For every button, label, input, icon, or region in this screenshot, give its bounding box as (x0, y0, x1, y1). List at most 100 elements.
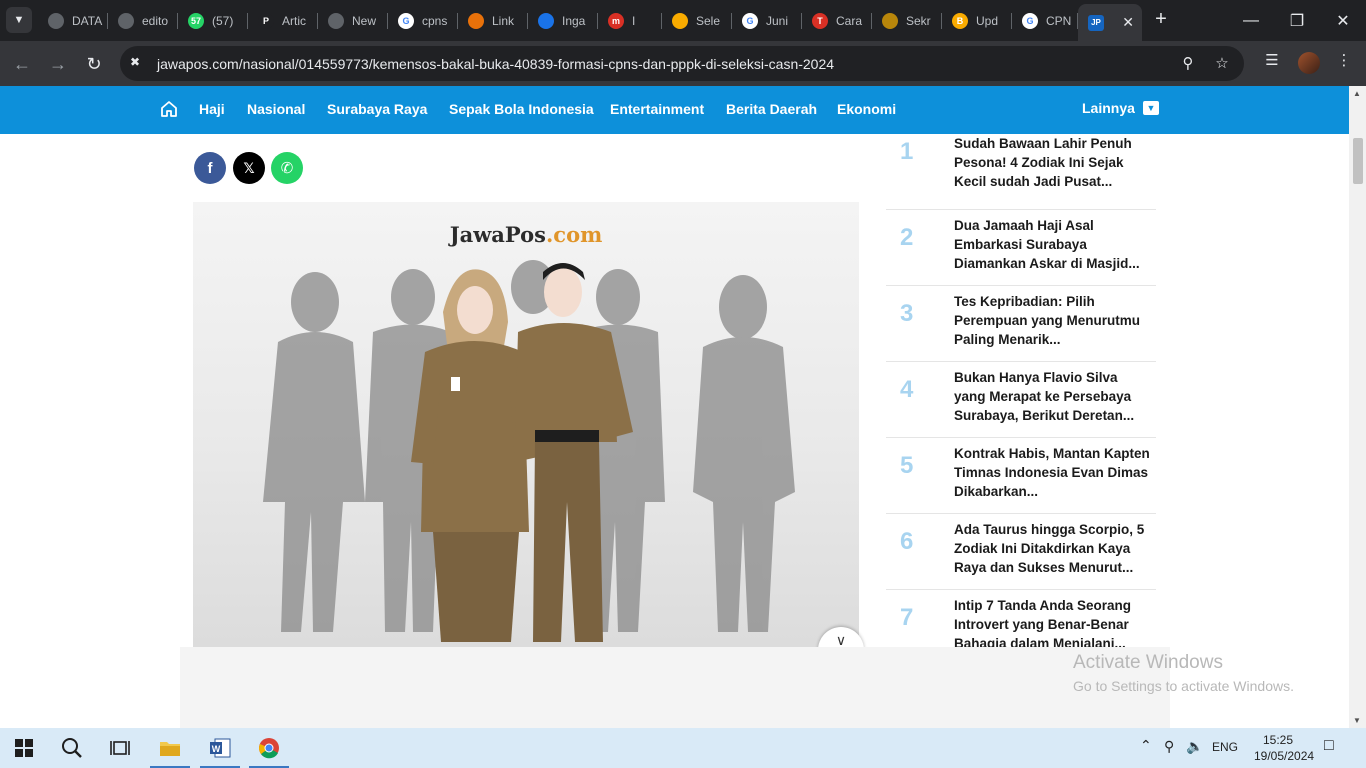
page-scrollbar[interactable]: ▲ ▼ (1349, 86, 1366, 728)
m-icon: m (608, 12, 624, 29)
tab-item[interactable]: mI (598, 4, 662, 37)
trending-title-link[interactable]: Sudah Bawaan Lahir Penuh Pesona! 4 Zodia… (954, 134, 1150, 191)
google-icon: G (398, 12, 414, 29)
trending-item[interactable]: 1 Sudah Bawaan Lahir Penuh Pesona! 4 Zodi… (886, 134, 1156, 210)
tab-item[interactable]: T Cara (802, 4, 872, 37)
tab-label: Cara (836, 13, 863, 28)
tab-close-icon[interactable]: ✕ (1122, 14, 1134, 31)
trending-item[interactable]: 4 Bukan Hanya Flavio Silva yang Merapat k… (886, 362, 1156, 438)
trending-title-link[interactable]: Dua Jamaah Haji Asal Embarkasi Surabaya … (954, 216, 1150, 273)
article-hero-image: JawaPos.com (193, 202, 859, 647)
nav-link-ekonomi[interactable]: Ekonomi (837, 101, 896, 117)
close-window-icon[interactable]: ✕ (1320, 0, 1366, 41)
chrome-icon[interactable] (245, 728, 293, 768)
bookmark-star-icon[interactable]: ☆ (1212, 54, 1232, 74)
windows-taskbar: W ⌃ ⚲ 🔈 ENG 15:25 19/05/2024 □ (0, 728, 1366, 768)
tab-item[interactable]: P Artic (248, 4, 318, 37)
tab-label: I (632, 13, 636, 28)
page-viewport: Haji Nasional Surabaya Raya Sepak Bola I… (0, 86, 1349, 728)
file-explorer-icon[interactable] (146, 728, 194, 768)
new-tab-icon[interactable]: + (1150, 9, 1172, 31)
scroll-down-icon[interactable]: ▼ (1353, 716, 1361, 725)
tab-label: Link (492, 13, 515, 28)
site-info-icon[interactable]: ✖ (130, 55, 146, 71)
tab-item[interactable]: 57 (57) (178, 4, 248, 37)
trending-item[interactable]: 3 Tes Kepribadian: Pilih Perempuan yang M… (886, 286, 1156, 362)
tray-chevron-up-icon[interactable]: ⌃ (1140, 737, 1152, 754)
trending-item[interactable]: 2 Dua Jamaah Haji Asal Embarkasi Surabaya… (886, 210, 1156, 286)
t-icon: T (812, 12, 828, 29)
site-navigation: Haji Nasional Surabaya Raya Sepak Bola I… (0, 86, 1349, 134)
minimize-icon[interactable]: — (1228, 0, 1274, 41)
tab-item[interactable]: edito (108, 4, 178, 37)
tab-item[interactable]: Inga (528, 4, 598, 37)
tab-item[interactable]: New (318, 4, 388, 37)
tab-item[interactable]: Gcpns (388, 4, 458, 37)
trending-item[interactable]: 5 Kontrak Habis, Mantan Kapten Timnas Ind… (886, 438, 1156, 514)
wifi-icon[interactable]: ⚲ (1164, 738, 1174, 755)
search-icon[interactable] (48, 728, 96, 768)
tab-item[interactable]: Link (458, 4, 528, 37)
tab-item[interactable]: G Juni (732, 4, 802, 37)
tab-strip: ▼ DATA edito 57 (57) P Artic New Gcpns Link Inga m… (0, 0, 1366, 41)
nav-link-entertainment[interactable]: Entertainment (610, 101, 704, 117)
tab-item[interactable]: Sele (662, 4, 732, 37)
tab-item[interactable]: G CPN (1012, 4, 1078, 37)
globe-icon (48, 12, 64, 29)
home-icon[interactable] (160, 100, 178, 118)
tab-label: Juni (766, 13, 789, 28)
url-text[interactable]: jawapos.com/nasional/014559773/kemensos-… (157, 56, 834, 72)
activate-windows-watermark: Activate Windows Go to Settings to activ… (1073, 652, 1294, 694)
menu-kebab-icon[interactable]: ⋮ (1332, 51, 1356, 75)
task-view-icon[interactable] (96, 728, 144, 768)
windows-start-icon[interactable] (0, 728, 48, 768)
x-share-icon[interactable]: 𝕏 (233, 152, 265, 184)
tab-item[interactable]: B Upd (942, 4, 1012, 37)
scroll-thumb[interactable] (1353, 138, 1363, 184)
word-icon[interactable]: W (196, 728, 244, 768)
clock-time: 15:25 (1262, 733, 1294, 747)
nav-link-haji[interactable]: Haji (199, 101, 225, 117)
forward-icon[interactable]: → (44, 50, 72, 78)
nbc-icon (468, 12, 484, 29)
profile-avatar[interactable] (1298, 52, 1320, 74)
trending-title-link[interactable]: Intip 7 Tanda Anda Seorang Introvert yan… (954, 596, 1150, 653)
browser-toolbar: ← → ↻ ✖ jawapos.com/nasional/014559773/k… (0, 41, 1366, 86)
trending-title-link[interactable]: Bukan Hanya Flavio Silva yang Merapat ke… (954, 368, 1150, 425)
notification-icon[interactable]: □ (1324, 737, 1334, 755)
trending-title-link[interactable]: Kontrak Habis, Mantan Kapten Timnas Indo… (954, 444, 1150, 501)
back-icon[interactable]: ← (8, 50, 36, 78)
tab-label: (57) (212, 13, 234, 28)
nav-link-sepak-bola-indonesia[interactable]: Sepak Bola Indonesia (449, 101, 594, 117)
hero-brand-suffix: .com (545, 222, 603, 247)
trending-title-link[interactable]: Tes Kepribadian: Pilih Perempuan yang Me… (954, 292, 1150, 349)
restore-icon[interactable]: ❐ (1274, 0, 1320, 41)
volume-icon[interactable]: 🔈 (1186, 738, 1203, 755)
tab-active[interactable]: JP ✕ (1078, 4, 1142, 41)
language-indicator[interactable]: ENG (1212, 740, 1238, 754)
facebook-share-icon[interactable]: f (194, 152, 226, 184)
nav-link-surabaya-raya[interactable]: Surabaya Raya (327, 101, 427, 117)
tab-search-icon[interactable]: ▼ (6, 7, 32, 33)
tab-item[interactable]: Sekr (872, 4, 942, 37)
zoom-search-icon[interactable]: ⚲ (1178, 54, 1198, 74)
globe-icon (118, 12, 134, 29)
activate-title: Activate Windows (1073, 652, 1223, 673)
jawapos-favicon-icon: JP (1088, 14, 1104, 31)
scroll-up-icon[interactable]: ▲ (1353, 89, 1361, 98)
trending-rank: 7 (900, 604, 914, 631)
media-queue-icon[interactable]: ☰ (1260, 51, 1284, 75)
whatsapp-share-icon[interactable]: ✆ (271, 152, 303, 184)
trending-item[interactable]: 6 Ada Taurus hingga Scorpio, 5 Zodiak Ini… (886, 514, 1156, 590)
nav-link-berita-daerah[interactable]: Berita Daerah (726, 101, 817, 117)
trending-rank: 1 (900, 138, 914, 165)
tab-item[interactable]: DATA (38, 4, 108, 37)
address-bar[interactable]: ✖ jawapos.com/nasional/014559773/kemenso… (120, 46, 1244, 81)
activate-subtitle: Go to Settings to activate Windows. (1073, 678, 1294, 694)
trending-title-link[interactable]: Ada Taurus hingga Scorpio, 5 Zodiak Ini … (954, 520, 1150, 577)
nav-more-dropdown[interactable]: Lainnya ▼ (1082, 100, 1159, 116)
nav-link-nasional[interactable]: Nasional (247, 101, 305, 117)
reload-icon[interactable]: ↻ (80, 50, 108, 78)
clock-date: 19/05/2024 (1254, 749, 1315, 763)
taskbar-clock[interactable]: 15:25 19/05/2024 (1254, 732, 1315, 764)
